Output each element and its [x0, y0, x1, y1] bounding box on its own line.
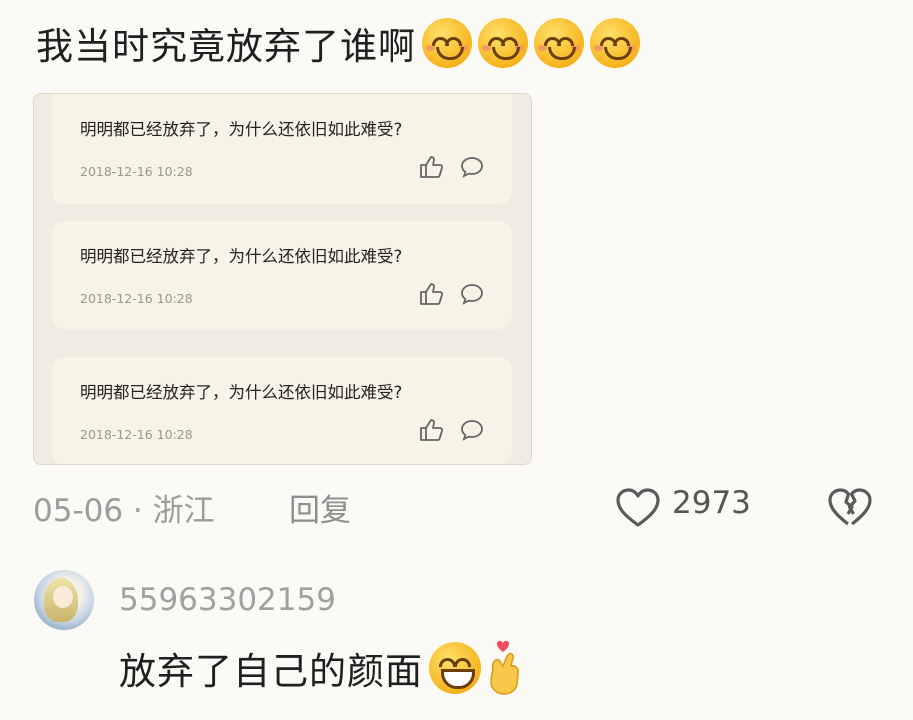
avatar[interactable] — [34, 570, 94, 630]
card-message: 明明都已经放弃了，为什么还依旧如此难受? — [80, 383, 403, 402]
comment-text: 我当时究竟放弃了谁啊 — [36, 18, 640, 75]
reply-comment-text: 放弃了自己的颜面 — [119, 640, 525, 696]
reply-username[interactable]: 55963302159 — [119, 582, 336, 618]
like-heart-icon[interactable] — [614, 486, 662, 528]
card-message: 明明都已经放弃了，为什么还依旧如此难受? — [80, 247, 403, 266]
smile-emoji — [422, 18, 472, 68]
card-message: 明明都已经放弃了，为什么还依旧如此难受? — [80, 120, 403, 139]
embedded-screenshot-image[interactable]: 明明都已经放弃了，为什么还依旧如此难受? 2018-12-16 10:28 明明… — [33, 93, 532, 465]
message-card: 明明都已经放弃了，为什么还依旧如此难受? 2018-12-16 10:28 — [52, 94, 512, 204]
smile-emoji — [590, 18, 640, 68]
grin-emoji — [429, 642, 481, 694]
comment-date-location: 05-06 · 浙江 — [33, 493, 215, 529]
reply-button[interactable]: 回复 — [289, 485, 351, 530]
thumbs-up-icon — [420, 283, 444, 305]
smile-emoji — [534, 18, 584, 68]
card-time: 2018-12-16 10:28 — [80, 164, 193, 179]
reply-comment-body: 放弃了自己的颜面 — [119, 650, 423, 693]
thumbs-up-icon — [420, 156, 444, 178]
finger-heart-icon — [490, 640, 519, 695]
smile-emoji — [478, 18, 528, 68]
comment-bubble-icon — [461, 420, 483, 441]
avatar-face — [53, 586, 73, 608]
dislike-broken-heart-icon[interactable] — [826, 486, 874, 528]
message-card: 明明都已经放弃了，为什么还依旧如此难受? 2018-12-16 10:28 — [52, 221, 512, 329]
card-time: 2018-12-16 10:28 — [80, 427, 193, 442]
thumbs-up-icon — [420, 419, 444, 441]
card-time: 2018-12-16 10:28 — [80, 291, 193, 306]
like-count: 2973 — [672, 485, 751, 521]
comment-body: 我当时究竟放弃了谁啊 — [36, 25, 416, 68]
comment-bubble-icon — [461, 157, 483, 178]
comment-bubble-icon — [461, 284, 483, 305]
message-card: 明明都已经放弃了，为什么还依旧如此难受? 2018-12-16 10:28 — [52, 357, 512, 464]
